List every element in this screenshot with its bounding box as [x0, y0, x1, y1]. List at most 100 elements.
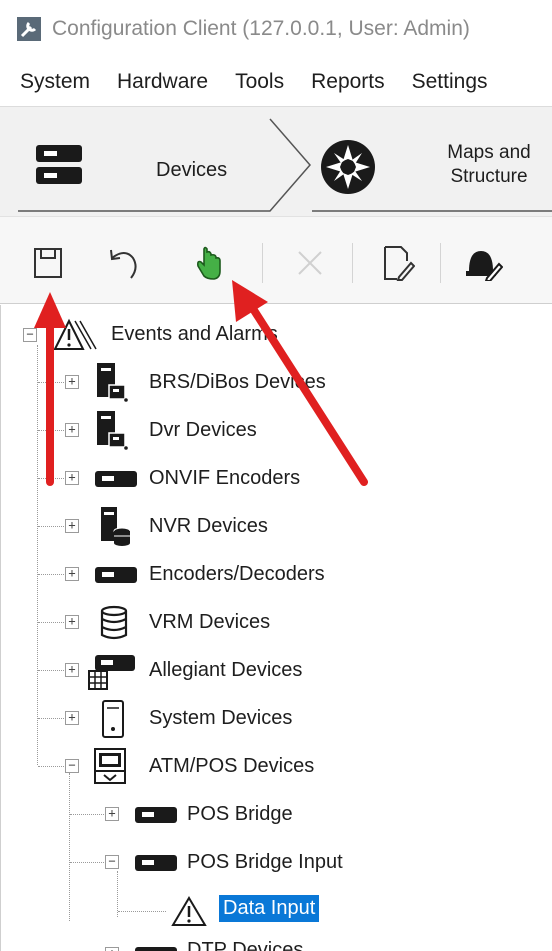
title-bar: Configuration Client (127.0.0.1, User: A… — [0, 0, 552, 58]
tree-item-label: ONVIF Encoders — [149, 467, 301, 489]
device-tree: − Events and Alarms + BRS/DiBos Devices … — [0, 305, 552, 951]
menu-system[interactable]: System — [20, 70, 90, 94]
tab-maps-label-line2: Structure — [450, 166, 528, 187]
tab-devices[interactable]: Devices — [18, 117, 314, 211]
save-button[interactable] — [28, 243, 68, 283]
encoder-icon — [95, 567, 137, 583]
undo-button[interactable] — [104, 243, 144, 283]
delete-icon — [298, 251, 322, 275]
tree-item-label: BRS/DiBos Devices — [149, 371, 326, 393]
toolbar-separator — [440, 243, 441, 283]
tree-connector — [38, 718, 66, 719]
tree-item-label: ATM/POS Devices — [149, 755, 315, 777]
tree-item-label: Encoders/Decoders — [149, 563, 325, 585]
menu-tools[interactable]: Tools — [235, 70, 284, 94]
collapse-toggle[interactable]: − — [65, 759, 79, 773]
tree-item-label: POS Bridge — [187, 803, 293, 825]
save-icon — [34, 248, 62, 278]
tree-item-encoders-decoders[interactable]: + Encoders/Decoders — [1, 553, 552, 597]
system-device-icon — [102, 700, 124, 738]
tree-item-atm-pos[interactable]: − ATM/POS Devices — [1, 745, 552, 789]
tree-connector — [38, 478, 66, 479]
tree-connector — [38, 526, 66, 527]
tree-connector — [38, 622, 66, 623]
tree-item-pos-bridge[interactable]: + POS Bridge — [1, 793, 552, 837]
tree-item-allegiant[interactable]: + Allegiant Devices — [1, 649, 552, 693]
tree-item-label: NVR Devices — [149, 515, 268, 537]
undo-icon — [110, 249, 137, 279]
activate-hand-icon — [197, 246, 221, 280]
menu-bar: System Hardware Tools Reports Settings — [0, 58, 552, 106]
tab-maps-structure[interactable]: Maps and Structure — [314, 117, 552, 211]
expand-toggle[interactable]: + — [65, 375, 79, 389]
tree-item-data-input[interactable]: Data Input — [1, 889, 552, 933]
tree-item-label: VRM Devices — [149, 611, 271, 633]
tree-item-events-alarms[interactable]: − Events and Alarms — [1, 313, 552, 357]
tree-item-nvr[interactable]: + NVR Devices — [1, 505, 552, 549]
expand-toggle[interactable]: + — [105, 947, 119, 951]
atm-icon — [94, 748, 126, 784]
tree-item-pos-bridge-input[interactable]: − POS Bridge Input — [1, 841, 552, 885]
tree-connector — [38, 430, 66, 431]
tree-item-dvr[interactable]: + Dvr Devices — [1, 409, 552, 453]
ribbon-nav: Devices Maps and Structure — [0, 106, 552, 216]
server-icon — [97, 363, 128, 402]
expand-toggle[interactable]: + — [65, 423, 79, 437]
warning-icon — [53, 318, 97, 350]
expand-toggle[interactable]: + — [65, 615, 79, 629]
tree-item-label: Events and Alarms — [111, 323, 278, 345]
tab-maps-label: Maps and Structure — [424, 141, 552, 189]
encoder-icon — [95, 471, 137, 487]
tree-item-label-selected: Data Input — [219, 895, 320, 922]
tree-item-vrm[interactable]: + VRM Devices — [1, 601, 552, 645]
tree-connector — [38, 574, 66, 575]
tree-connector — [38, 670, 66, 671]
tree-connector — [70, 862, 106, 863]
tree-item-cutoff[interactable]: + DTP Devices — [1, 937, 552, 951]
nvr-icon — [101, 507, 131, 546]
toolbar — [0, 216, 552, 304]
tree-connector — [70, 814, 106, 815]
edit-document-button[interactable] — [378, 243, 418, 283]
delete-button[interactable] — [290, 243, 330, 283]
encoder-icon — [135, 855, 177, 871]
expand-toggle[interactable]: + — [65, 663, 79, 677]
encoder-icon — [135, 947, 177, 951]
tree-item-label: DTP Devices — [187, 939, 304, 951]
expand-toggle[interactable]: + — [65, 519, 79, 533]
wrench-icon — [17, 17, 41, 41]
toolbar-separator — [352, 243, 353, 283]
allegiant-icon — [88, 655, 135, 690]
storage-icon — [100, 605, 128, 640]
expand-toggle[interactable]: + — [65, 711, 79, 725]
tree-item-label: System Devices — [149, 707, 293, 729]
window-title: Configuration Client (127.0.0.1, User: A… — [52, 17, 470, 40]
server-icon — [97, 411, 128, 450]
tab-maps-label-line1: Maps and — [447, 142, 531, 163]
tree-item-brs-dibos[interactable]: + BRS/DiBos Devices — [1, 361, 552, 405]
encoder-icon — [135, 807, 177, 823]
tree-item-system-devices[interactable]: + System Devices — [1, 697, 552, 741]
tree-connector — [118, 911, 166, 912]
devices-icon — [36, 145, 82, 184]
expand-toggle[interactable]: + — [65, 567, 79, 581]
activate-button[interactable] — [188, 243, 228, 283]
tree-connector — [38, 382, 66, 383]
alarm-edit-button[interactable] — [464, 243, 504, 283]
menu-settings[interactable]: Settings — [412, 70, 488, 94]
tab-devices-label: Devices — [156, 159, 228, 181]
toolbar-separator — [262, 243, 263, 283]
collapse-toggle[interactable]: − — [23, 328, 37, 342]
maps-structure-icon — [321, 140, 375, 194]
collapse-toggle[interactable]: − — [105, 855, 119, 869]
menu-hardware[interactable]: Hardware — [117, 70, 208, 94]
tree-item-label: POS Bridge Input — [187, 851, 343, 873]
tree-item-onvif[interactable]: + ONVIF Encoders — [1, 457, 552, 501]
tree-item-label: Allegiant Devices — [149, 659, 303, 681]
edit-document-icon — [384, 246, 415, 281]
expand-toggle[interactable]: + — [105, 807, 119, 821]
tree-item-label: Dvr Devices — [149, 419, 257, 441]
expand-toggle[interactable]: + — [65, 471, 79, 485]
tree-connector — [38, 766, 66, 767]
menu-reports[interactable]: Reports — [311, 70, 385, 94]
